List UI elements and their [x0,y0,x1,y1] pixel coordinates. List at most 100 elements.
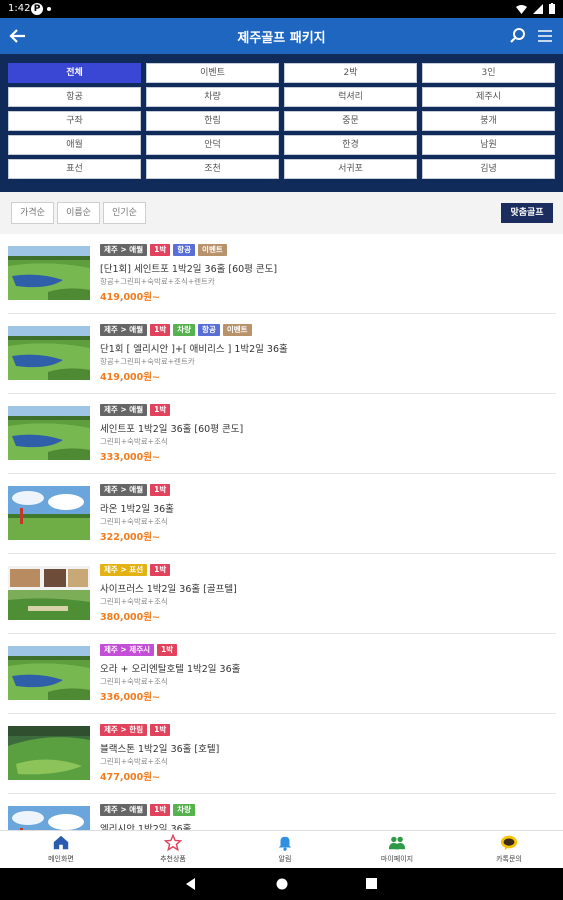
nav-item[interactable]: 추천상품 [133,834,213,864]
region-chip[interactable]: 조천 [146,159,279,179]
package-tag: 제주 > 표선 [100,564,148,576]
custom-golf-button[interactable]: 맞춤골프 [501,203,553,223]
battery-icon [549,3,555,14]
home-icon [53,835,69,850]
nav-item[interactable]: 마이페이지 [357,834,437,864]
package-includes: 그린피+숙박료+조식 [100,437,168,446]
nav-label: 카톡문의 [496,855,522,863]
sort-price-button[interactable]: 가격순 [11,202,54,224]
package-name: 엘리시안 1박2일 36홀 [100,824,192,830]
package-tag: 항공 [173,244,196,256]
package-tag: 이벤트 [222,324,252,336]
package-price: 419,000원~ [100,372,160,383]
package-includes: 그린피+숙박료+조식 [100,517,168,526]
package-tags: 제주 > 애월 1박 차량 항공 이벤트 [100,324,252,336]
package-price: 333,000원~ [100,452,160,463]
nav-recents-icon[interactable] [366,878,377,889]
region-filter-panel: 전체 이벤트 2박 3인항공 차량 럭셔리 제주시구좌 한림 중문 붕개애월 안덕 한경 남원표선 조천 서… [0,54,563,192]
package-thumbnail [8,806,90,830]
package-name: 사이프러스 1박2일 36홀 [골프텔] [100,584,237,595]
region-chip[interactable]: 이벤트 [146,63,279,83]
package-tag: 제주 > 애월 [100,484,148,496]
region-chip[interactable]: 한림 [146,111,279,131]
package-name: 라온 1박2일 36홀 [100,504,174,515]
region-chip[interactable]: 차량 [146,87,279,107]
package-tag: 차량 [173,324,196,336]
region-chip[interactable]: 김녕 [422,159,555,179]
nav-back-icon[interactable] [185,878,197,890]
search-icon[interactable] [509,27,527,45]
package-tag: 1박 [157,644,178,656]
region-chip[interactable]: 애월 [8,135,141,155]
package-name: 단1회 [ 엘리시안 ]+[ 애비리스 ] 1박2일 36홀 [100,344,288,355]
package-name: 오라 + 오리엔탈호텔 1박2일 36홀 [100,664,241,675]
package-tags: 제주 > 한림 1박 [100,724,171,736]
nav-item[interactable]: 알림 [245,834,325,864]
region-grid: 전체 이벤트 2박 3인항공 차량 럭셔리 제주시구좌 한림 중문 붕개애월 안덕 한경 남원표선 조천 서… [8,63,555,179]
notification-p-icon: P [31,3,43,15]
star-icon [164,834,182,852]
region-chip[interactable]: 구좌 [8,111,141,131]
status-time: 1:42 [8,3,31,14]
region-chip[interactable]: 한경 [284,135,417,155]
nav-label: 알림 [278,855,292,863]
region-chip[interactable]: 전체 [8,63,141,83]
package-tag: 1박 [150,324,171,336]
package-tags: 제주 > 애월 1박 항공 이벤트 [100,244,227,256]
package-includes: 그린피+숙박료+조식 [100,757,168,766]
page-title: 제주골프 패키지 [237,31,326,46]
region-chip[interactable]: 표선 [8,159,141,179]
package-tag: 이벤트 [198,244,227,256]
region-chip[interactable]: 항공 [8,87,141,107]
package-includes: 항공+그린피+숙박료+조식+렌트카 [100,277,215,286]
package-price: 322,000원~ [100,532,160,543]
package-name: 블랙스톤 1박2일 36홀 [호텔] [100,744,220,755]
package-tag: 1박 [150,244,171,256]
region-chip[interactable]: 럭셔리 [284,87,417,107]
package-tag: 1박 [150,404,171,416]
package-name: 세인트포 1박2일 36홀 [60평 콘도] [100,424,244,435]
package-item[interactable]: 제주 > 애월 1박 항공 이벤트 [단1회] 세인트포 1박2일 36홀 [60평 콘… [8,234,556,314]
package-thumbnail [8,726,90,780]
nav-home-icon[interactable] [276,878,288,890]
package-includes: 그린피+숙박료+조식 [100,597,168,606]
package-tags: 제주 > 제주시 1박 [100,644,178,656]
app-bar: 제주골프 패키지 [0,18,563,54]
region-chip[interactable]: 남원 [422,135,555,155]
package-tag: 1박 [150,484,171,496]
package-item[interactable]: 제주 > 애월 1박세인트포 1박2일 36홀 [60평 콘도] 그린피+숙박료+조… [8,394,556,474]
region-chip[interactable]: 2박 [284,63,417,83]
package-item[interactable]: 제주 > 애월 1박 차량엘리시안 1박2일 36홀 [8,794,556,830]
package-name: [단1회] 세인트포 1박2일 36홀 [60평 콘도] [100,264,278,275]
region-chip[interactable]: 안덕 [146,135,279,155]
status-bar: 1:42 P [0,0,563,18]
menu-icon[interactable] [537,28,553,44]
package-tag: 제주 > 애월 [100,804,148,816]
package-thumbnail [8,246,90,300]
region-chip[interactable]: 중문 [284,111,417,131]
package-item[interactable]: 제주 > 한림 1박 블랙스톤 1박2일 36홀 [호텔] 그린피+숙박료+조식 477… [8,714,556,794]
sort-name-button[interactable]: 이름순 [57,202,100,224]
sort-popular-button[interactable]: 인기순 [103,202,146,224]
nav-item[interactable]: 메인화면 [21,834,101,864]
package-item[interactable]: 제주 > 제주시 1박 오라 + 오리엔탈호텔 1박2일 36홀 그린피+숙박료+조식… [8,634,556,714]
region-chip[interactable]: 붕개 [422,111,555,131]
package-tags: 제주 > 애월 1박 [100,404,171,416]
package-tags: 제주 > 애월 1박 차량 [100,804,196,816]
package-item[interactable]: 제주 > 애월 1박라온 1박2일 36홀그린피+숙박료+조식 322,000원~ [8,474,556,554]
package-price: 380,000원~ [100,612,160,623]
nav-label: 추천상품 [160,855,186,863]
package-item[interactable]: 제주 > 애월 1박 차량 항공 이벤트단1회 [ 엘리시안 ]+[ 애비리스 ] 1박… [8,314,556,394]
wifi-icon [516,4,527,14]
notification-dot-icon [47,7,51,11]
package-thumbnail [8,646,90,700]
package-thumbnail [8,566,90,620]
region-chip[interactable]: 서귀포 [284,159,417,179]
region-chip[interactable]: 제주시 [422,87,555,107]
package-tags: 제주 > 애월 1박 [100,484,171,496]
region-chip[interactable]: 3인 [422,63,555,83]
package-item[interactable]: 제주 > 표선 1박 사이프러스 1박2일 36홀 [골프텔] 그린피+숙박료+조식 3… [8,554,556,634]
nav-item[interactable]: 카톡문의 [469,834,549,864]
sort-bar: 가격순 이름순 인기순 맞춤골프 [0,192,563,234]
people-icon [388,836,406,850]
